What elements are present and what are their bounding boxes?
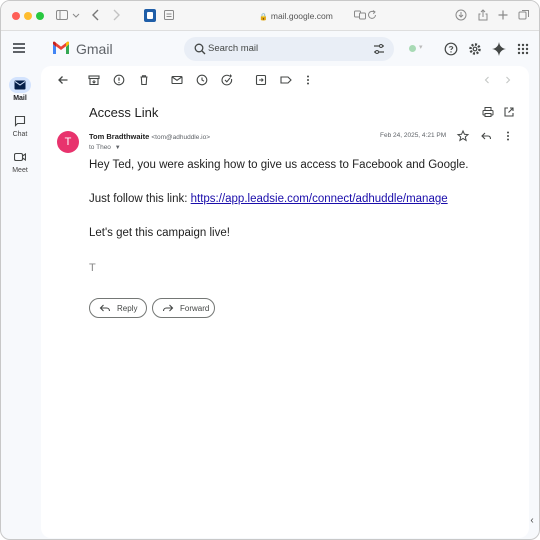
sidebar-toggle-icon[interactable] [55,8,71,24]
forward-button-label: Forward [180,303,210,313]
search-options-icon[interactable] [372,42,386,56]
gmail-header: Gmail Search mail ▾ [1,32,539,66]
meet-icon [9,149,31,165]
body-line-1: Hey Ted, you were asking how to give us … [89,159,469,171]
star-icon[interactable] [456,129,470,143]
forward-arrow-icon [162,304,174,312]
close-window-button[interactable] [12,12,20,20]
forward-button[interactable]: Forward [152,298,215,318]
archive-icon[interactable] [87,73,101,87]
rail-label-chat: Chat [12,131,28,138]
chat-icon [9,113,31,129]
delete-icon[interactable] [137,73,151,87]
apps-grid-icon[interactable] [515,41,531,57]
recipient-text: to Theo [89,144,111,151]
sender-email: <tom@adhuddle.io> [151,134,211,141]
reply-button-label: Reply [117,303,138,313]
settings-gear-icon[interactable] [467,41,483,57]
move-to-icon[interactable] [254,73,268,87]
status-chevron-icon[interactable]: ▾ [419,43,423,51]
search-bar[interactable]: Search mail [184,37,394,61]
mark-unread-icon[interactable] [170,73,184,87]
reply-icon[interactable] [479,129,493,143]
rail-label-meet: Meet [12,167,28,174]
zoom-window-button[interactable] [36,12,44,20]
print-icon[interactable] [481,105,495,119]
leadsie-link[interactable]: https://app.leadsie.com/connect/adhuddle… [191,193,448,205]
tab-overview-icon[interactable] [517,8,533,24]
recipient-details-chevron-icon[interactable]: ▼ [115,145,121,151]
older-email-icon[interactable] [501,73,515,87]
body-line-2: Just follow this link: https://app.leads… [89,193,448,205]
status-indicator-icon[interactable] [409,45,416,52]
back-icon[interactable] [89,8,105,24]
lock-icon: 🔒 [259,14,268,21]
gmail-logo-icon[interactable] [52,41,70,55]
sender-name[interactable]: Tom Bradthwaite [89,132,149,141]
newer-email-icon[interactable] [480,73,494,87]
side-panel-toggle-icon[interactable]: ‹ [525,515,539,533]
forward-icon[interactable] [109,8,125,24]
reload-icon[interactable] [366,8,382,24]
rail-item-meet[interactable]: Meet [1,149,39,174]
main-menu-icon[interactable] [13,43,25,53]
rail-item-mail[interactable]: Mail [1,77,39,102]
add-to-tasks-icon[interactable] [220,73,234,87]
reply-button[interactable]: Reply [89,298,147,318]
message-more-icon[interactable] [501,129,515,143]
email-date: Feb 24, 2025, 4:21 PM [380,132,447,139]
browser-window: 🔒 mail.google.com Gmail Search mail ▾ Ma… [0,0,540,540]
rail-label-mail: Mail [13,95,27,102]
app-rail: Mail Chat Meet [1,66,39,539]
email-view: Access Link T Tom Bradthwaite <tom@adhud… [41,66,529,538]
more-options-icon[interactable] [301,73,315,87]
signature: T [89,262,96,274]
sender-avatar[interactable]: T [57,131,79,153]
help-icon[interactable] [443,41,459,57]
report-spam-icon[interactable] [112,73,126,87]
snooze-clock-icon[interactable] [195,73,209,87]
reader-icon[interactable] [163,8,179,24]
chevron-down-icon[interactable] [71,8,87,24]
minimize-window-button[interactable] [24,12,32,20]
back-to-inbox-icon[interactable] [56,73,70,87]
new-tab-icon[interactable] [496,8,512,24]
email-subject: Access Link [89,105,159,120]
downloads-icon[interactable] [454,8,470,24]
address-bar[interactable]: 🔒 mail.google.com [221,9,371,23]
app-name: Gmail [76,41,113,57]
search-icon[interactable] [193,42,207,56]
browser-toolbar: 🔒 mail.google.com [1,1,539,31]
body-line-2-prefix: Just follow this link: [89,193,191,205]
reply-arrow-icon [99,304,111,312]
sender-line: Tom Bradthwaite <tom@adhuddle.io> [89,132,210,141]
recipient-line[interactable]: to Theo ▼ [89,144,121,151]
site-favicon-icon [144,9,156,22]
gemini-sparkle-icon[interactable] [491,41,507,57]
body-line-3: Let's get this campaign live! [89,227,230,239]
mail-icon [9,77,31,93]
url-text: mail.google.com [270,11,333,21]
label-icon[interactable] [279,73,293,87]
search-input[interactable]: Search mail [208,43,258,54]
share-icon[interactable] [476,8,492,24]
open-in-new-window-icon[interactable] [502,105,516,119]
rail-item-chat[interactable]: Chat [1,113,39,138]
